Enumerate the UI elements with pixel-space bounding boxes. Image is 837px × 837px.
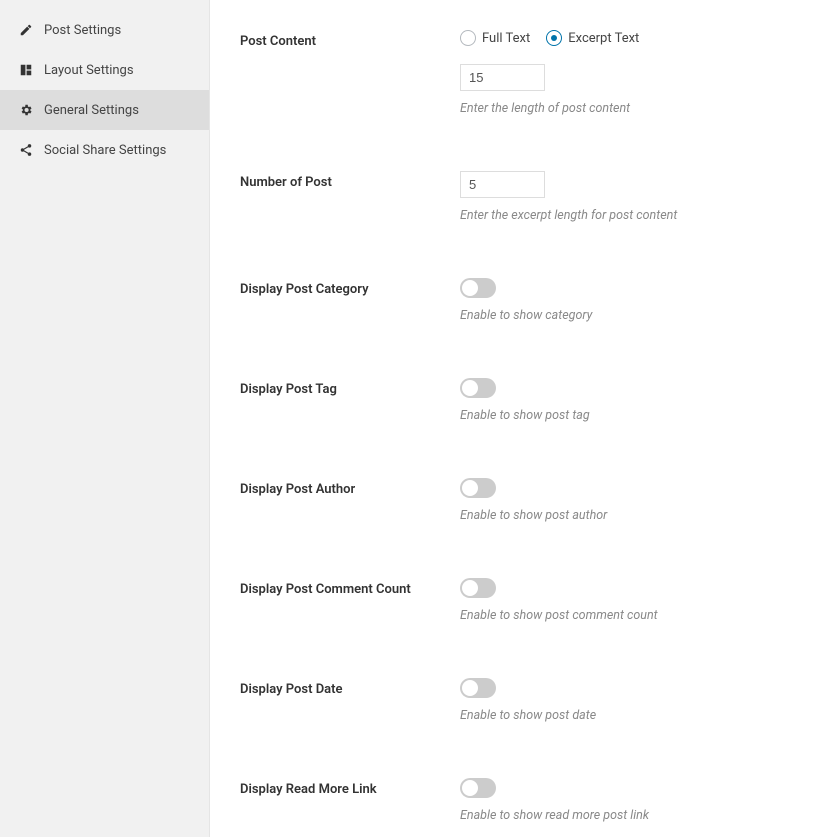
field-display-post-tag: Display Post Tag Enable to show post tag bbox=[240, 378, 797, 423]
sidebar-item-post-settings[interactable]: Post Settings bbox=[0, 10, 209, 50]
sidebar-item-layout-settings[interactable]: Layout Settings bbox=[0, 50, 209, 90]
gear-icon bbox=[18, 102, 34, 118]
radio-icon bbox=[546, 30, 562, 46]
main-panel: Post Content Full Text Excerpt Text Ente… bbox=[210, 0, 837, 837]
field-control: Enable to show read more post link bbox=[460, 778, 797, 823]
help-text: Enable to show category bbox=[460, 308, 797, 323]
field-number-of-post: Number of Post Enter the excerpt length … bbox=[240, 171, 797, 223]
field-display-post-comment-count: Display Post Comment Count Enable to sho… bbox=[240, 578, 797, 623]
sidebar: Post Settings Layout Settings General Se… bbox=[0, 0, 210, 837]
share-icon bbox=[18, 142, 34, 158]
help-text: Enable to show post date bbox=[460, 708, 797, 723]
field-post-content: Post Content Full Text Excerpt Text Ente… bbox=[240, 30, 797, 116]
sidebar-item-label: Post Settings bbox=[44, 23, 121, 38]
layout-icon bbox=[18, 62, 34, 78]
field-control: Enable to show post date bbox=[460, 678, 797, 723]
help-text: Enter the length of post content bbox=[460, 101, 797, 116]
display-comment-count-toggle[interactable] bbox=[460, 578, 496, 598]
field-label: Display Post Date bbox=[240, 678, 460, 723]
field-control: Enable to show post tag bbox=[460, 378, 797, 423]
sidebar-item-label: General Settings bbox=[44, 103, 139, 118]
radio-label: Excerpt Text bbox=[568, 31, 639, 46]
field-display-post-date: Display Post Date Enable to show post da… bbox=[240, 678, 797, 723]
help-text: Enter the excerpt length for post conten… bbox=[460, 208, 797, 223]
display-category-toggle[interactable] bbox=[460, 278, 496, 298]
field-label: Post Content bbox=[240, 30, 460, 116]
radio-label: Full Text bbox=[482, 31, 530, 46]
radio-icon bbox=[460, 30, 476, 46]
field-label: Display Post Author bbox=[240, 478, 460, 523]
post-content-length-input[interactable] bbox=[460, 64, 545, 91]
sidebar-item-social-share-settings[interactable]: Social Share Settings bbox=[0, 130, 209, 170]
radio-option-full-text[interactable]: Full Text bbox=[460, 30, 530, 46]
sidebar-item-label: Social Share Settings bbox=[44, 143, 166, 158]
field-label: Number of Post bbox=[240, 171, 460, 223]
help-text: Enable to show read more post link bbox=[460, 808, 797, 823]
post-content-radio-group: Full Text Excerpt Text bbox=[460, 30, 797, 46]
field-control: Enable to show post comment count bbox=[460, 578, 797, 623]
field-display-post-author: Display Post Author Enable to show post … bbox=[240, 478, 797, 523]
sidebar-item-general-settings[interactable]: General Settings bbox=[0, 90, 209, 130]
radio-option-excerpt-text[interactable]: Excerpt Text bbox=[546, 30, 639, 46]
field-control: Enter the excerpt length for post conten… bbox=[460, 171, 797, 223]
field-display-post-category: Display Post Category Enable to show cat… bbox=[240, 278, 797, 323]
field-control: Enable to show category bbox=[460, 278, 797, 323]
field-control: Full Text Excerpt Text Enter the length … bbox=[460, 30, 797, 116]
field-label: Display Post Comment Count bbox=[240, 578, 460, 623]
display-author-toggle[interactable] bbox=[460, 478, 496, 498]
edit-icon bbox=[18, 22, 34, 38]
help-text: Enable to show post comment count bbox=[460, 608, 797, 623]
field-label: Display Post Category bbox=[240, 278, 460, 323]
settings-container: Post Settings Layout Settings General Se… bbox=[0, 0, 837, 837]
field-label: Display Read More Link bbox=[240, 778, 460, 823]
display-tag-toggle[interactable] bbox=[460, 378, 496, 398]
field-control: Enable to show post author bbox=[460, 478, 797, 523]
display-read-more-toggle[interactable] bbox=[460, 778, 496, 798]
sidebar-item-label: Layout Settings bbox=[44, 63, 134, 78]
help-text: Enable to show post author bbox=[460, 508, 797, 523]
help-text: Enable to show post tag bbox=[460, 408, 797, 423]
display-date-toggle[interactable] bbox=[460, 678, 496, 698]
field-display-read-more-link: Display Read More Link Enable to show re… bbox=[240, 778, 797, 823]
number-of-post-input[interactable] bbox=[460, 171, 545, 198]
field-label: Display Post Tag bbox=[240, 378, 460, 423]
